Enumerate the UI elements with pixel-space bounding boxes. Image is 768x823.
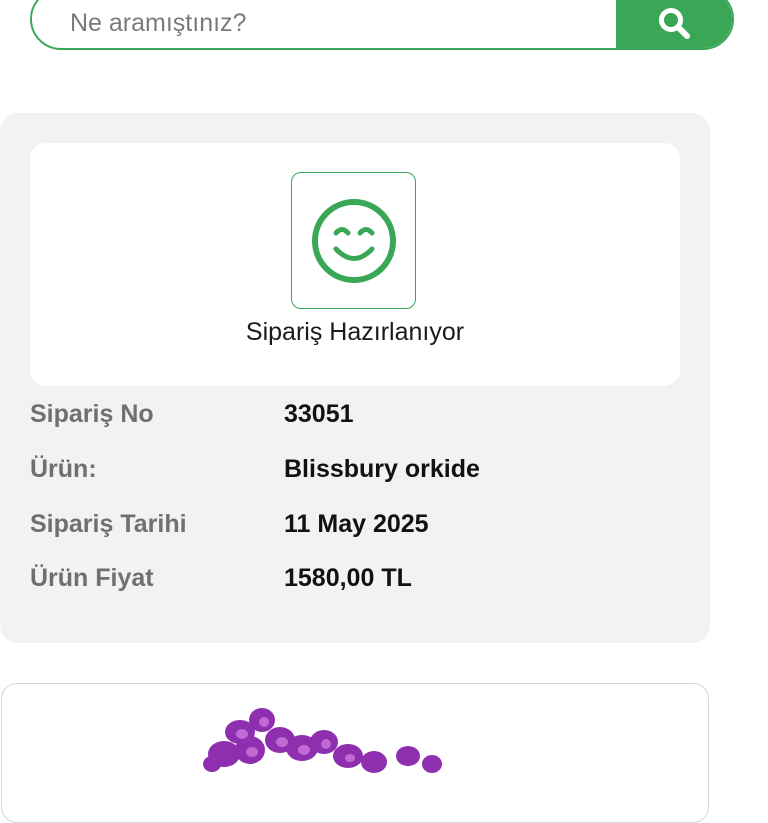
product-row: Ürün: Blissbury orkide <box>30 455 680 489</box>
product-price-row: Ürün Fiyat 1580,00 TL <box>30 564 680 598</box>
search-input[interactable] <box>32 0 616 48</box>
status-icon-box <box>291 172 416 309</box>
smiley-face-icon <box>311 198 396 283</box>
search-icon <box>659 8 690 39</box>
order-status-card: Sipariş Hazırlanıyor Sipariş No 33051 Ür… <box>0 113 710 643</box>
search-bar <box>30 0 734 50</box>
purple-orchid-image <box>203 708 442 773</box>
status-panel: Sipariş Hazırlanıyor <box>30 143 680 386</box>
search-button[interactable] <box>616 0 732 48</box>
product-price-value: 1580,00 TL <box>284 564 412 592</box>
product-image-card[interactable] <box>1 683 709 823</box>
order-number-value: 33051 <box>284 400 354 428</box>
order-number-row: Sipariş No 33051 <box>30 400 680 434</box>
order-date-value: 11 May 2025 <box>284 510 429 538</box>
product-label: Ürün: <box>30 455 97 483</box>
product-price-label: Ürün Fiyat <box>30 564 154 592</box>
product-value: Blissbury orkide <box>284 455 480 483</box>
order-date-label: Sipariş Tarihi <box>30 510 187 538</box>
order-date-row: Sipariş Tarihi 11 May 2025 <box>30 510 680 544</box>
order-status-label: Sipariş Hazırlanıyor <box>245 318 465 346</box>
order-number-label: Sipariş No <box>30 400 154 428</box>
